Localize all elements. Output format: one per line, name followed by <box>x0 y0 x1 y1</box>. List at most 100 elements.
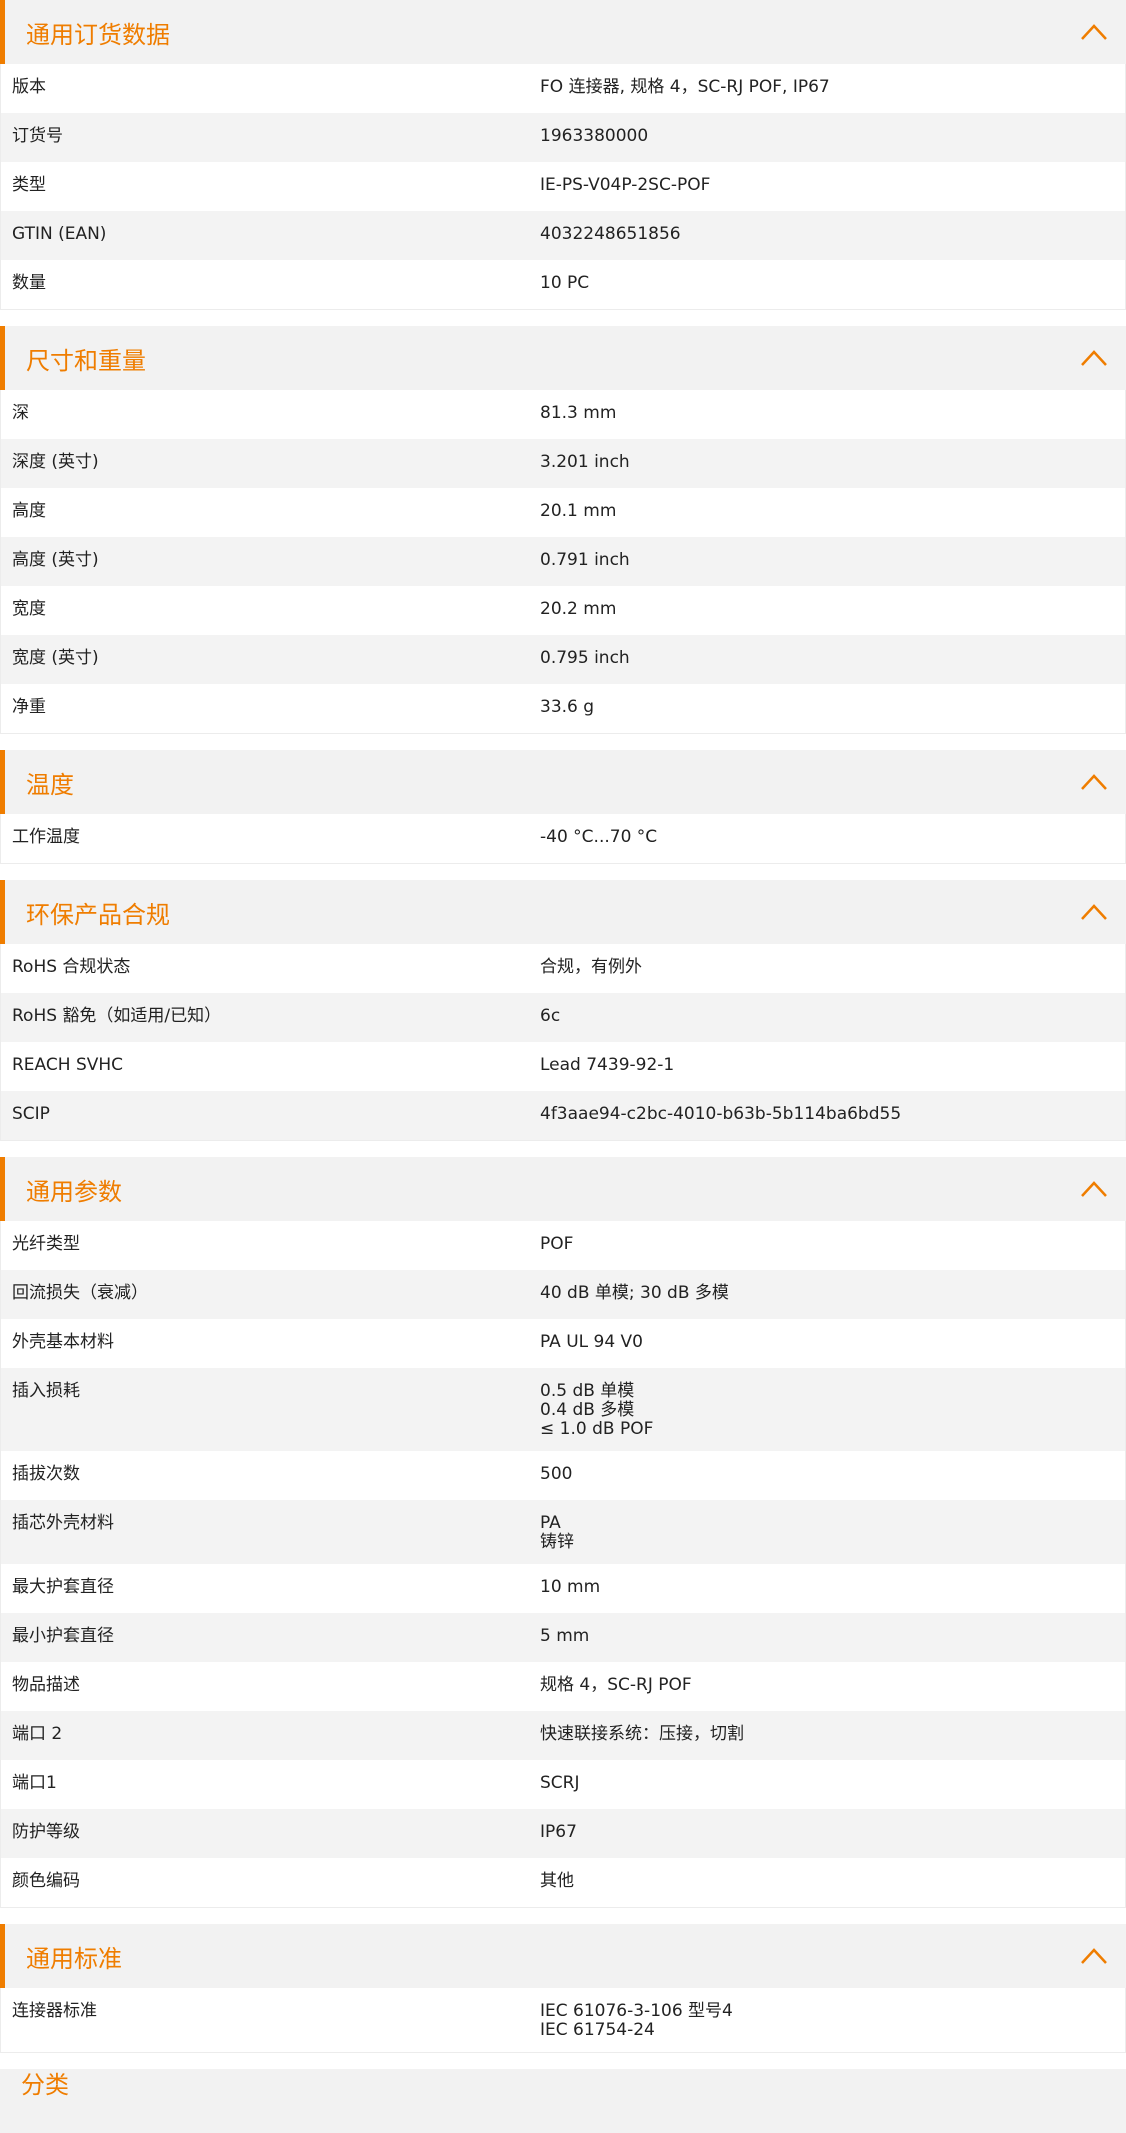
spec-value: 0.795 inch <box>540 648 630 668</box>
spec-row: 插入损耗 0.5 dB 单模 0.4 dB 多模 ≤ 1.0 dB POF <box>1 1368 1125 1451</box>
spec-table: 版本 FO 连接器, 规格 4，SC-RJ POF, IP67 订货号 1963380… <box>0 64 1126 310</box>
spec-value: 81.3 mm <box>540 403 617 423</box>
spec-row: 高度 20.1 mm <box>1 488 1125 537</box>
spec-row: 类型 IE-PS-V04P-2SC-POF <box>1 162 1125 211</box>
spec-label: 插芯外壳材料 <box>12 1513 114 1533</box>
section-header[interactable]: 温度 <box>0 750 1126 814</box>
spec-value: PA UL 94 V0 <box>540 1332 643 1352</box>
spec-value: IP67 <box>540 1822 577 1842</box>
spec-value: 4f3aae94-c2bc-4010-b63b-5b114ba6bd55 <box>540 1104 902 1124</box>
spec-row: 端口1 SCRJ <box>1 1760 1125 1809</box>
spec-row: 最大护套直径 10 mm <box>1 1564 1125 1613</box>
spec-value: IEC 61076-3-106 型号4 IEC 61754-24 <box>540 2001 733 2040</box>
spec-label: RoHS 豁免（如适用/已知） <box>12 1006 222 1026</box>
spec-row: 光纤类型 POF <box>1 1221 1125 1270</box>
spec-value: 其他 <box>540 1871 574 1891</box>
spec-label: 宽度 <box>12 599 46 619</box>
spec-section: 尺寸和重量深 81.3 mm 深度 (英寸) 3.201 inch 高度 20.1 mm 高… <box>0 326 1126 734</box>
spec-row: 深度 (英寸) 3.201 inch <box>1 439 1125 488</box>
spec-value: 0.791 inch <box>540 550 630 570</box>
spec-row: 工作温度 -40 °C...70 °C <box>1 814 1125 863</box>
section-title: 温度 <box>26 770 74 799</box>
spec-value: 0.5 dB 单模 0.4 dB 多模 ≤ 1.0 dB POF <box>540 1381 654 1439</box>
spec-label: 宽度 (英寸) <box>12 648 99 668</box>
section-header[interactable]: 通用标准 <box>0 1924 1126 1988</box>
spec-label: 工作温度 <box>12 827 80 847</box>
spec-row: 最小护套直径 5 mm <box>1 1613 1125 1662</box>
chevron-up-icon[interactable] <box>1080 902 1108 922</box>
chevron-up-icon[interactable] <box>1080 348 1108 368</box>
spec-label: 颜色编码 <box>12 1871 80 1891</box>
spec-value: 快速联接系统：压接，切割 <box>540 1724 744 1744</box>
spec-label: 版本 <box>12 77 46 97</box>
section-header[interactable]: 尺寸和重量 <box>0 326 1126 390</box>
section-title: 环保产品合规 <box>26 900 170 929</box>
spec-row: REACH SVHC Lead 7439-92-1 <box>1 1042 1125 1091</box>
spec-row: SCIP 4f3aae94-c2bc-4010-b63b-5b114ba6bd55 <box>1 1091 1125 1140</box>
spec-section: 环保产品合规 RoHS 合规状态 合规，有例外 RoHS 豁免（如适用/已知） 6c RE… <box>0 880 1126 1141</box>
chevron-up-icon[interactable] <box>1080 1946 1108 1966</box>
spec-value: PA 铸锌 <box>540 1513 574 1552</box>
spec-value: 33.6 g <box>540 697 595 717</box>
spec-label: 高度 <box>12 501 46 521</box>
spec-sections: 通用订货数据版本 FO 连接器, 规格 4，SC-RJ POF, IP67 订货号 1… <box>0 0 1126 2053</box>
chevron-up-icon[interactable] <box>1080 772 1108 792</box>
chevron-up-icon[interactable] <box>1080 22 1108 42</box>
spec-label: 深度 (英寸) <box>12 452 99 472</box>
spec-label: 回流损失（衰减） <box>12 1283 148 1303</box>
spec-table: RoHS 合规状态 合规，有例外 RoHS 豁免（如适用/已知） 6c REACH SV… <box>0 944 1126 1141</box>
spec-value: 4032248651856 <box>540 224 681 244</box>
section-header[interactable]: 通用参数 <box>0 1157 1126 1221</box>
spec-value: Lead 7439-92-1 <box>540 1055 675 1075</box>
spec-table: 光纤类型 POF 回流损失（衰减） 40 dB 单模; 30 dB 多模外壳基本材料 P… <box>0 1221 1126 1908</box>
section-header[interactable]: 环保产品合规 <box>0 880 1126 944</box>
spec-label: 连接器标准 <box>12 2001 97 2021</box>
spec-section: 通用标准连接器标准 IEC 61076-3-106 型号4 IEC 61754-2… <box>0 1924 1126 2053</box>
spec-label: SCIP <box>12 1104 50 1124</box>
spec-row: 宽度 20.2 mm <box>1 586 1125 635</box>
spec-row: 插芯外壳材料 PA 铸锌 <box>1 1500 1125 1564</box>
section-title: 通用标准 <box>26 1944 122 1973</box>
spec-section: 通用参数光纤类型 POF 回流损失（衰减） 40 dB 单模; 30 dB 多模外壳基… <box>0 1157 1126 1908</box>
spec-section: 通用订货数据版本 FO 连接器, 规格 4，SC-RJ POF, IP67 订货号 1… <box>0 0 1126 310</box>
spec-row: 外壳基本材料 PA UL 94 V0 <box>1 1319 1125 1368</box>
spec-label: 高度 (英寸) <box>12 550 99 570</box>
spec-label: GTIN (EAN) <box>12 224 107 244</box>
next-section-header-partial[interactable]: 分类 <box>0 2069 1126 2133</box>
chevron-up-icon[interactable] <box>1080 1179 1108 1199</box>
spec-value: 1963380000 <box>540 126 649 146</box>
spec-row: 回流损失（衰减） 40 dB 单模; 30 dB 多模 <box>1 1270 1125 1319</box>
spec-row: 净重 33.6 g <box>1 684 1125 733</box>
spec-row: 订货号 1963380000 <box>1 113 1125 162</box>
spec-label: 深 <box>12 403 29 423</box>
section-title: 分类 <box>21 2071 69 2099</box>
spec-label: RoHS 合规状态 <box>12 957 131 977</box>
spec-label: 最大护套直径 <box>12 1577 114 1597</box>
spec-row: 物品描述 规格 4，SC-RJ POF <box>1 1662 1125 1711</box>
spec-label: 插拔次数 <box>12 1464 80 1484</box>
spec-row: 端口 2 快速联接系统：压接，切割 <box>1 1711 1125 1760</box>
spec-value: 10 mm <box>540 1577 601 1597</box>
spec-value: SCRJ <box>540 1773 580 1793</box>
spec-label: REACH SVHC <box>12 1055 124 1075</box>
section-title: 通用订货数据 <box>26 20 170 49</box>
spec-value: 40 dB 单模; 30 dB 多模 <box>540 1283 729 1303</box>
spec-value: POF <box>540 1234 574 1254</box>
spec-value: -40 °C...70 °C <box>540 827 658 847</box>
spec-row: RoHS 豁免（如适用/已知） 6c <box>1 993 1125 1042</box>
spec-section: 温度工作温度 -40 °C...70 °C <box>0 750 1126 864</box>
spec-value: 10 PC <box>540 273 590 293</box>
spec-row: 高度 (英寸) 0.791 inch <box>1 537 1125 586</box>
spec-row: RoHS 合规状态 合规，有例外 <box>1 944 1125 993</box>
spec-label: 防护等级 <box>12 1822 80 1842</box>
spec-value: 3.201 inch <box>540 452 630 472</box>
section-header[interactable]: 通用订货数据 <box>0 0 1126 64</box>
section-title: 通用参数 <box>26 1177 122 1206</box>
spec-label: 最小护套直径 <box>12 1626 114 1646</box>
spec-label: 端口1 <box>12 1773 57 1793</box>
spec-row: 数量 10 PC <box>1 260 1125 309</box>
spec-row: 颜色编码 其他 <box>1 1858 1125 1907</box>
spec-row: 深 81.3 mm <box>1 390 1125 439</box>
spec-label: 类型 <box>12 175 46 195</box>
spec-table: 连接器标准 IEC 61076-3-106 型号4 IEC 61754-24 <box>0 1988 1126 2053</box>
